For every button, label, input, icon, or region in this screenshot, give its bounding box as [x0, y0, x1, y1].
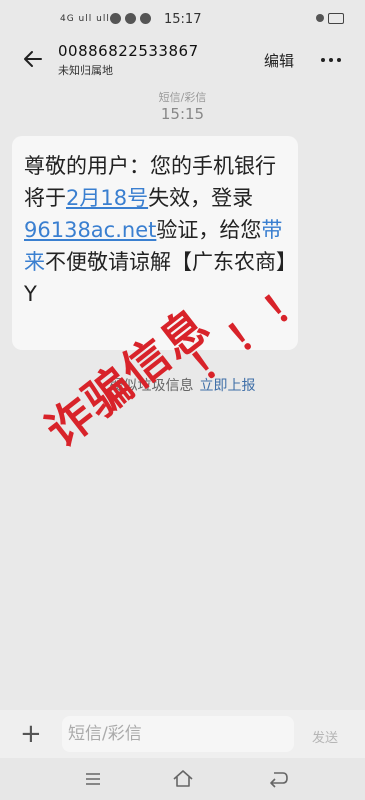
system-navigation-bar — [0, 758, 365, 800]
send-button[interactable]: 发送 — [312, 727, 338, 746]
message-text-part: 不便敬请谅解【广东农商】Y — [24, 250, 287, 306]
message-text: 尊敬的用户：您的手机银行将于2月18号失效，登录 96138ac.net验证，给… — [24, 150, 294, 310]
notification-icon — [140, 13, 151, 24]
conversation-header: 00886822533867 未知归属地 编辑 — [0, 38, 365, 82]
notification-icon — [110, 13, 121, 24]
add-attachment-icon[interactable]: + — [20, 719, 42, 749]
sender-location: 未知归属地 — [58, 64, 113, 77]
back-icon[interactable] — [265, 766, 291, 792]
report-button[interactable]: 立即上报 — [200, 378, 256, 394]
composer-bar: + 发送 — [0, 710, 365, 758]
message-type-label: 短信/彩信 — [158, 91, 207, 104]
more-options-icon[interactable] — [318, 50, 344, 70]
date-link[interactable]: 2月18号 — [66, 186, 148, 210]
back-arrow-icon[interactable] — [22, 48, 44, 70]
spam-label: 疑似垃圾信息 — [109, 378, 194, 394]
alarm-icon — [316, 14, 324, 22]
message-timestamp: 15:15 — [160, 105, 205, 123]
home-icon[interactable] — [170, 766, 196, 792]
message-bubble[interactable]: 尊敬的用户：您的手机银行将于2月18号失效，登录 96138ac.net验证，给… — [12, 136, 298, 350]
status-bar: 4G ull ull 15:17 — [0, 0, 365, 40]
edit-button[interactable]: 编辑 — [264, 50, 294, 71]
menu-icon[interactable] — [80, 766, 106, 792]
notification-icon — [125, 13, 136, 24]
url-link[interactable]: 96138ac.net — [24, 218, 156, 242]
message-text-part: 验证，给您 — [156, 218, 262, 242]
spam-notice: 疑似垃圾信息 立即上报 — [0, 375, 365, 395]
message-text-part: 失效，登录 — [148, 186, 254, 210]
battery-icon — [328, 13, 344, 24]
clock: 15:17 — [164, 12, 202, 27]
signal-indicator: 4G ull ull — [60, 14, 110, 24]
sender-phone-number: 00886822533867 — [58, 42, 199, 60]
message-input[interactable] — [62, 716, 294, 752]
